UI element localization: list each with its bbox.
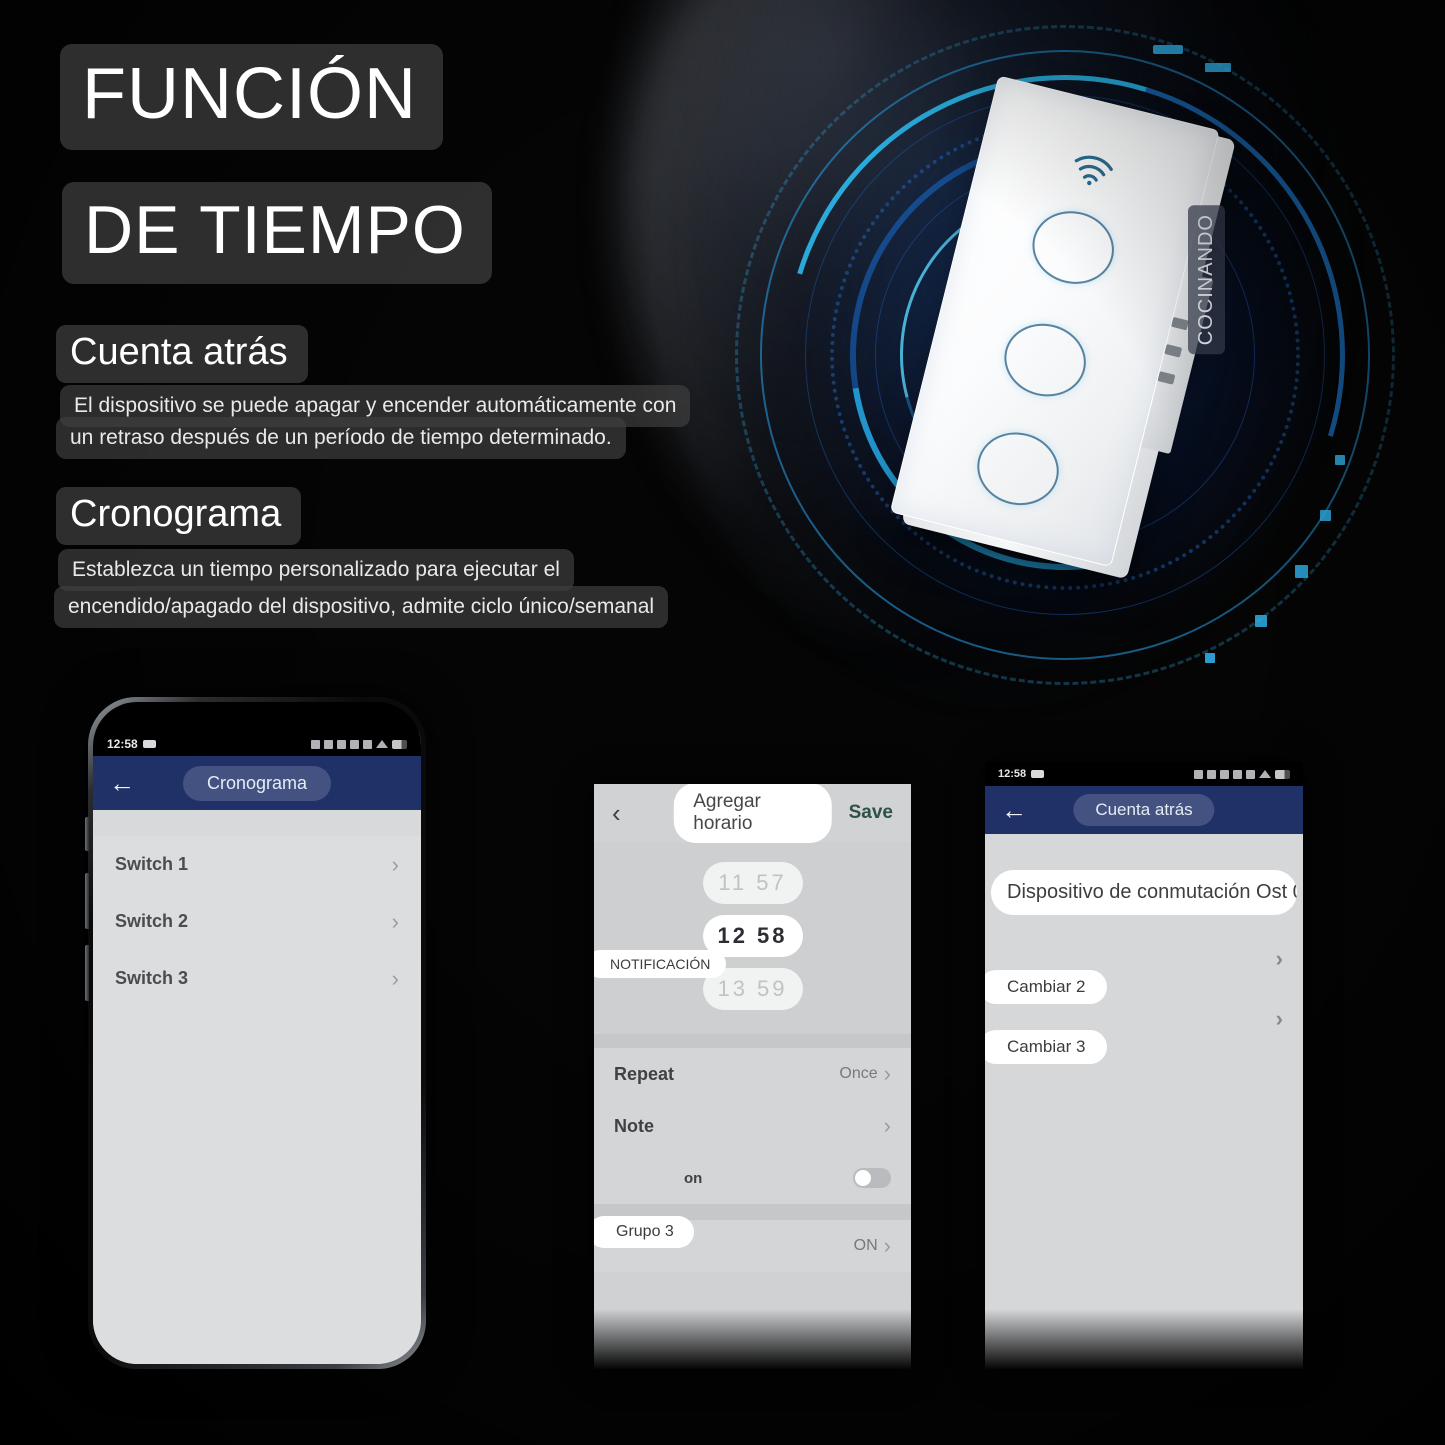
device-row-label[interactable]: Dispositivo de conmutación Ost 06043 bbox=[991, 870, 1297, 915]
option-note[interactable]: Note › bbox=[594, 1100, 911, 1152]
list-item[interactable]: Switch 2 › bbox=[93, 893, 421, 950]
chevron-left-icon[interactable]: ‹ bbox=[612, 798, 621, 829]
list-item-label: Switch 3 bbox=[115, 968, 189, 988]
app-screen-add-schedule: ‹ Agregar horario Save 11 57 12 58 13 59… bbox=[594, 784, 911, 1369]
app-bar: ← Cuenta atrás bbox=[985, 786, 1303, 834]
notification-overlay-label: NOTIFICACIÓN bbox=[594, 950, 727, 978]
phone-mockup-schedule: 12:58 ← Cronograma Switch 1 › Switch 2 ›… bbox=[85, 697, 426, 1369]
status-bar: 12:58 bbox=[93, 732, 421, 756]
section-text-countdown-line2: un retraso después de un período de tiem… bbox=[56, 417, 626, 460]
group-row-value-text: ON bbox=[853, 1237, 878, 1254]
list-item-label: Switch 1 bbox=[115, 854, 189, 874]
sim-icon bbox=[337, 739, 346, 749]
screen-fade bbox=[985, 1309, 1303, 1369]
section-heading-countdown: Cuenta atrás bbox=[56, 325, 308, 383]
battery-icon bbox=[1275, 769, 1290, 779]
time-picker[interactable]: 11 57 12 58 13 59 bbox=[594, 842, 911, 1034]
app-bar: ← Cronograma bbox=[93, 756, 421, 810]
status-bar-time: 12:58 bbox=[107, 737, 138, 751]
page-title-line1: FUNCIÓN bbox=[60, 44, 443, 150]
chevron-right-icon: › bbox=[391, 908, 399, 934]
section-divider bbox=[594, 1034, 911, 1048]
countdown-list: Dispositivo de conmutación Ost 06043 Cam… bbox=[985, 834, 1303, 1369]
screen-fade bbox=[594, 1309, 911, 1369]
wifi-icon bbox=[1259, 770, 1271, 778]
wifi-icon bbox=[376, 740, 388, 748]
page-title-line2: DE TIEMPO bbox=[62, 182, 492, 284]
sim-icon bbox=[1220, 769, 1229, 779]
chevron-right-icon: › bbox=[1275, 1006, 1283, 1031]
list-item[interactable]: Switch 1 › bbox=[93, 836, 421, 893]
save-button[interactable]: Save bbox=[849, 802, 893, 824]
list-item-overlay-label: Cambiar 2 bbox=[985, 970, 1108, 1004]
add-schedule-topbar: ‹ Agregar horario Save bbox=[594, 784, 911, 843]
notification-toggle[interactable] bbox=[853, 1168, 891, 1188]
app-bar-title: Cuenta atrás bbox=[1073, 794, 1215, 826]
chevron-right-icon: › bbox=[1275, 946, 1283, 971]
list-item-overlay-label: Cambiar 3 bbox=[985, 1030, 1108, 1064]
list-item[interactable]: Switch 3 › bbox=[93, 950, 421, 1007]
section-text-schedule-line1: Establezca un tiempo personalizado para … bbox=[58, 549, 574, 592]
app-screen-countdown: 12:58 ← Cuenta atrás Dispositivo de conm… bbox=[985, 762, 1303, 1369]
status-bar-right bbox=[1194, 769, 1290, 779]
option-repeat[interactable]: Repeat Once › bbox=[594, 1048, 911, 1100]
section-heading-schedule: Cronograma bbox=[56, 487, 302, 545]
phone-volume-up-button[interactable] bbox=[85, 873, 89, 929]
status-bar: 12:58 bbox=[985, 762, 1303, 786]
shield-icon bbox=[1194, 769, 1203, 779]
network-icon bbox=[350, 739, 359, 749]
back-arrow-icon[interactable]: ← bbox=[1001, 797, 1027, 823]
group-overlay-label: Grupo 3 bbox=[594, 1216, 694, 1248]
option-note-value: › bbox=[884, 1113, 891, 1139]
chevron-right-icon: › bbox=[391, 965, 399, 991]
option-repeat-label: Repeat bbox=[614, 1063, 675, 1084]
status-bar-left: 12:58 bbox=[998, 768, 1045, 780]
record-icon bbox=[142, 740, 156, 748]
phone-volume-down-button[interactable] bbox=[85, 945, 89, 1001]
switch-list: Switch 1 › Switch 2 › Switch 3 › bbox=[93, 836, 421, 1364]
network2-icon bbox=[363, 739, 372, 749]
signal-icon bbox=[324, 739, 333, 749]
network2-icon bbox=[1246, 769, 1255, 779]
app-screen-schedule: 12:58 ← Cronograma Switch 1 › Switch 2 ›… bbox=[93, 732, 421, 1364]
option-repeat-value: Once › bbox=[839, 1061, 891, 1087]
phone-screen: 12:58 ← Cronograma Switch 1 › Switch 2 ›… bbox=[93, 702, 421, 1364]
option-notification-label: on bbox=[684, 1169, 703, 1187]
phone-mute-button[interactable] bbox=[85, 817, 89, 851]
status-bar-right bbox=[311, 739, 407, 749]
heart-icon bbox=[311, 739, 320, 749]
add-schedule-title: Agregar horario bbox=[673, 784, 832, 843]
option-notification[interactable]: on bbox=[594, 1152, 911, 1204]
promo-banner: COCINANDO FUNCIÓN DE TIEMPO Cuenta atrás… bbox=[0, 0, 1445, 1445]
toggle-knob bbox=[855, 1170, 871, 1186]
chevron-right-icon: › bbox=[883, 1113, 891, 1138]
record-icon bbox=[1031, 770, 1045, 778]
time-picker-prev[interactable]: 11 57 bbox=[702, 862, 803, 904]
status-bar-time: 12:58 bbox=[998, 768, 1027, 780]
option-repeat-value-text: Once bbox=[839, 1065, 878, 1082]
back-arrow-icon[interactable]: ← bbox=[109, 770, 135, 796]
group-row-value: ON › bbox=[854, 1233, 891, 1259]
option-note-label: Note bbox=[614, 1115, 654, 1136]
chevron-right-icon: › bbox=[391, 851, 399, 877]
status-bar-left: 12:58 bbox=[107, 737, 156, 751]
chevron-right-icon: › bbox=[883, 1233, 891, 1258]
battery-icon bbox=[392, 739, 407, 749]
chevron-right-icon: › bbox=[883, 1061, 891, 1086]
app-bar-title: Cronograma bbox=[182, 765, 332, 801]
section-text-schedule-line2: encendido/apagado del dispositivo, admit… bbox=[54, 586, 669, 629]
network-icon bbox=[1233, 769, 1242, 779]
phone-notch bbox=[198, 708, 316, 730]
data-icon bbox=[1207, 769, 1216, 779]
list-item-label: Switch 2 bbox=[115, 911, 189, 931]
